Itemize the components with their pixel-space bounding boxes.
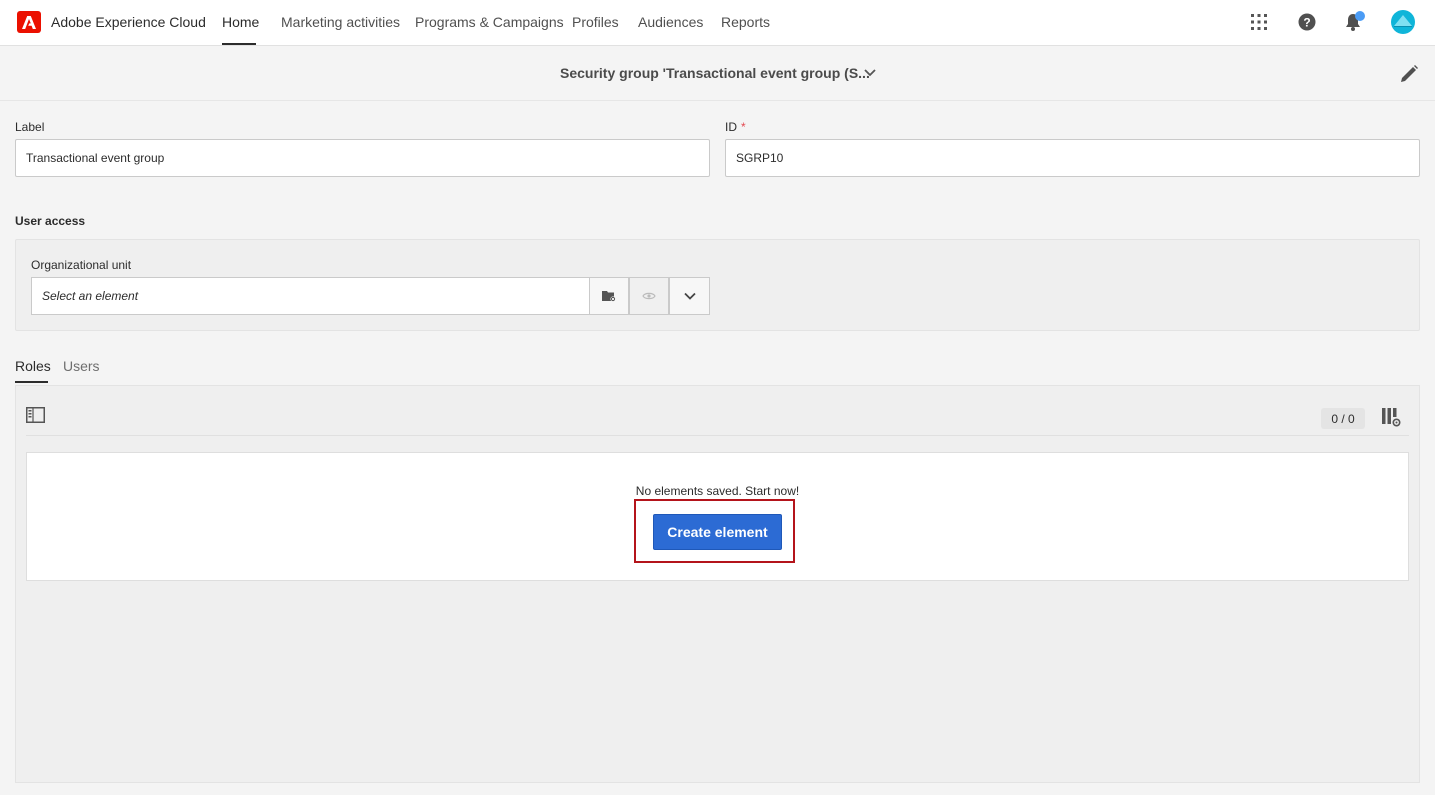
chevron-down-icon[interactable]	[862, 65, 878, 81]
user-avatar[interactable]	[1391, 10, 1415, 34]
chevron-down-icon	[683, 292, 696, 300]
nav-tab-profiles[interactable]: Profiles	[572, 14, 619, 30]
tab-roles[interactable]: Roles	[15, 358, 51, 374]
empty-state-message: No elements saved. Start now!	[635, 484, 800, 498]
sidebar-toggle-icon[interactable]	[26, 407, 45, 423]
folder-browse-icon	[602, 291, 616, 302]
page-title: Security group 'Transactional event grou…	[560, 65, 870, 81]
nav-tab-programs-campaigns[interactable]: Programs & Campaigns	[415, 14, 564, 30]
top-navigation: Adobe Experience Cloud Home Marketing ac…	[0, 0, 1435, 46]
nav-tab-reports[interactable]: Reports	[721, 14, 770, 30]
org-unit-caption: Organizational unit	[31, 258, 132, 272]
notifications-bell-icon[interactable]	[1343, 11, 1365, 33]
adobe-logo-icon[interactable]	[17, 11, 41, 33]
id-input[interactable]: SGRP10	[725, 139, 1420, 177]
create-element-button[interactable]: Create element	[653, 514, 782, 550]
active-tab-indicator	[222, 43, 256, 45]
user-access-heading: User access	[15, 214, 86, 228]
org-unit-preview-button[interactable]	[629, 277, 669, 315]
help-icon[interactable]: ?	[1296, 11, 1318, 33]
org-unit-browse-button[interactable]	[589, 277, 629, 315]
label-input[interactable]: Transactional event group	[15, 139, 710, 177]
brand-name: Adobe Experience Cloud	[51, 14, 206, 30]
org-unit-dropdown-button[interactable]	[669, 277, 710, 315]
org-unit-input[interactable]: Select an element	[31, 277, 590, 315]
id-caption-text: ID	[725, 120, 737, 134]
edit-pencil-icon[interactable]	[1398, 63, 1420, 85]
nav-tab-marketing-activities[interactable]: Marketing activities	[281, 14, 400, 30]
nav-tab-audiences[interactable]: Audiences	[638, 14, 703, 30]
required-marker: *	[741, 120, 746, 134]
item-counter: 0 / 0	[1321, 408, 1365, 429]
roles-list-panel	[15, 385, 1420, 783]
column-settings-icon[interactable]	[1382, 408, 1401, 427]
toolbar-divider	[26, 435, 1409, 436]
apps-grid-icon[interactable]	[1248, 11, 1270, 33]
active-tab-indicator	[15, 381, 48, 383]
label-field-caption: Label	[15, 120, 45, 134]
eye-icon	[642, 292, 656, 300]
nav-tab-home[interactable]: Home	[222, 14, 259, 30]
record-title-bar: Security group 'Transactional event grou…	[0, 47, 1435, 101]
tab-users[interactable]: Users	[63, 358, 100, 374]
svg-text:?: ?	[1303, 16, 1310, 30]
id-field-caption: ID *	[725, 120, 746, 134]
